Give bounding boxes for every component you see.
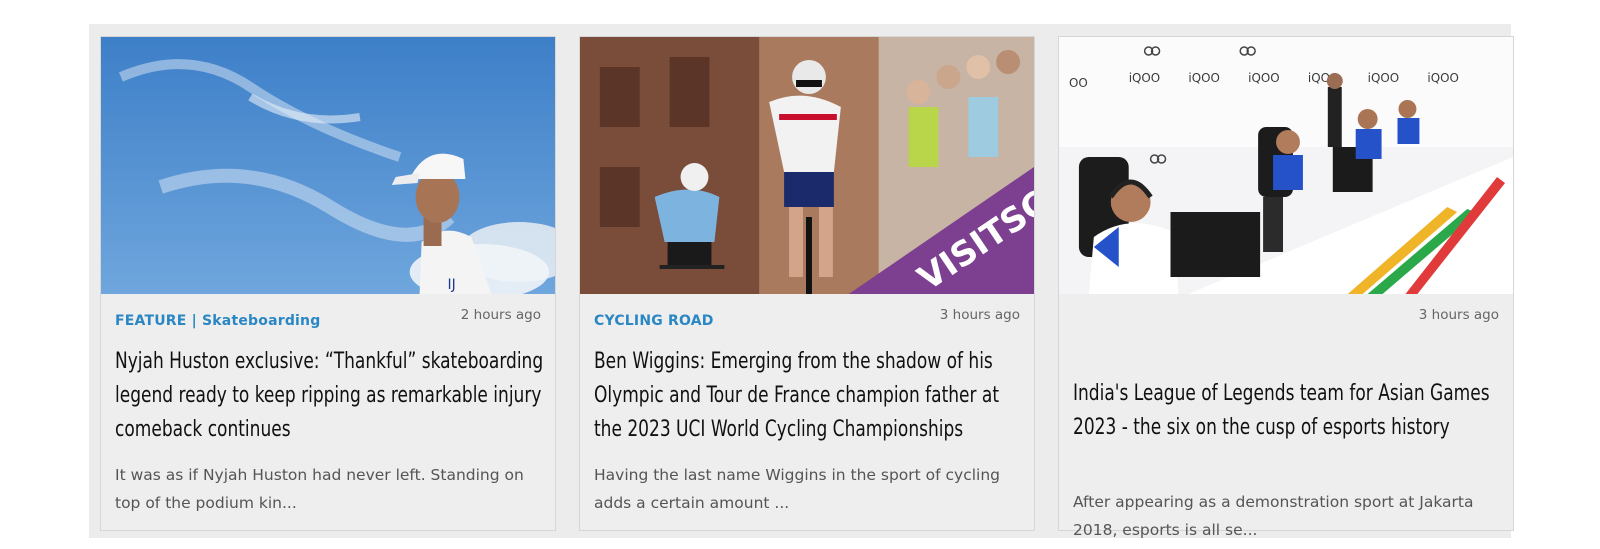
timestamp: 3 hours ago [1418, 307, 1499, 323]
article-meta: CYCLING ROAD 3 hours ago [594, 307, 1020, 331]
svg-text:iQOO: iQOO [1248, 71, 1280, 85]
article-excerpt: Having the last name Wiggins in the spor… [594, 466, 1001, 512]
timestamp: 3 hours ago [939, 307, 1020, 323]
article-card-cycling[interactable]: VISITSCOTLAND.COM CYCLING ROAD 3 hours a… [579, 36, 1035, 531]
svg-text:iQOO: iQOO [1188, 71, 1220, 85]
esports-arena-photo[interactable]: iQOO iQOO iQOO iQOO iQOO iQOO OO [1059, 37, 1513, 294]
article-title[interactable]: Nyjah Huston exclusive: “Thankful” skate… [115, 345, 547, 447]
skateboarder-photo[interactable]: IJ [101, 37, 555, 294]
article-excerpt: It was as if Nyjah Huston had never left… [115, 466, 524, 512]
article-card-esports[interactable]: iQOO iQOO iQOO iQOO iQOO iQOO OO 3 hours… [1058, 36, 1514, 539]
svg-text:iQOO: iQOO [1427, 71, 1459, 85]
cyclists-photo[interactable]: VISITSCOTLAND.COM [580, 37, 1034, 294]
article-title[interactable]: India's League of Legends team for Asian… [1073, 377, 1505, 445]
svg-text:iQOO: iQOO [1129, 71, 1161, 85]
svg-text:IJ: IJ [447, 277, 455, 293]
svg-text:iQOO: iQOO [1368, 71, 1400, 85]
article-card-skateboarding[interactable]: IJ FEATURE | Skateboarding 2 hours ago N… [100, 36, 556, 531]
article-meta: 3 hours ago [1073, 307, 1499, 331]
article-meta: FEATURE | Skateboarding 2 hours ago [115, 307, 541, 331]
article-title[interactable]: Ben Wiggins: Emerging from the shadow of… [594, 345, 1026, 447]
category-label[interactable]: FEATURE | Skateboarding [115, 313, 320, 329]
timestamp: 2 hours ago [460, 307, 541, 323]
svg-text:OO: OO [1069, 76, 1088, 90]
category-label[interactable]: CYCLING ROAD [594, 313, 714, 329]
article-excerpt: After appearing as a demonstration sport… [1073, 493, 1474, 539]
